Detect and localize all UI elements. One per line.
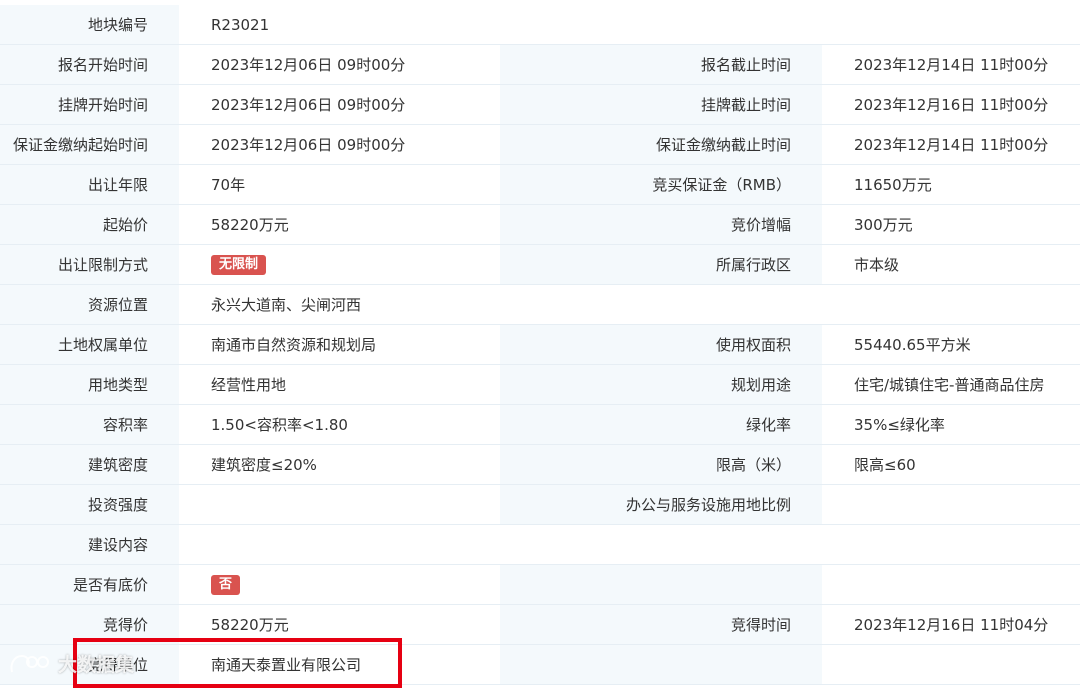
row-owner-area: 土地权属单位 南通市自然资源和规划局 使用权面积 55440.65平方米 [0, 324, 1080, 365]
watermark: 大数据集 [8, 650, 134, 677]
value-plot-number: R23021 [179, 5, 1080, 45]
value-planned-use: 住宅/城镇住宅-普通商品住房 [822, 364, 1080, 405]
label-height-limit: 限高（米） [500, 444, 822, 485]
value-listing-end: 2023年12月16日 11时00分 [822, 84, 1080, 125]
label-land-type: 用地类型 [0, 364, 179, 405]
label-reserve-price: 是否有底价 [0, 564, 179, 605]
value-green-ratio: 35%≤绿化率 [822, 404, 1080, 445]
row-plot-ratio-green: 容积率 1.50<容积率<1.80 绿化率 35%≤绿化率 [0, 404, 1080, 445]
label-district: 所属行政区 [500, 244, 822, 285]
value-empty-2 [822, 644, 1080, 685]
value-winning-time: 2023年12月16日 11时04分 [822, 604, 1080, 645]
reserve-price-badge: 否 [211, 575, 241, 595]
restriction-badge: 无限制 [211, 255, 267, 275]
value-plot-ratio: 1.50<容积率<1.80 [179, 404, 500, 445]
value-construction-content [179, 524, 1080, 565]
label-construction-content: 建设内容 [0, 524, 179, 565]
label-deposit-start: 保证金缴纳起始时间 [0, 124, 179, 165]
row-term-deposit: 出让年限 70年 竞买保证金（RMB） 11650万元 [0, 164, 1080, 205]
value-district: 市本级 [822, 244, 1080, 285]
row-investment-office: 投资强度 办公与服务设施用地比例 [0, 484, 1080, 525]
label-restriction-type: 出让限制方式 [0, 244, 179, 285]
label-listing-end: 挂牌截止时间 [500, 84, 822, 125]
row-density-height: 建筑密度 建筑密度≤20% 限高（米） 限高≤60 [0, 444, 1080, 485]
row-location: 资源位置 永兴大道南、尖闸河西 [0, 284, 1080, 325]
value-investment-intensity [179, 484, 500, 525]
row-registration-time: 报名开始时间 2023年12月06日 09时00分 报名截止时间 2023年12… [0, 44, 1080, 85]
land-info-table: 地块编号 R23021 报名开始时间 2023年12月06日 09时00分 报名… [0, 5, 1080, 685]
value-bid-increment: 300万元 [822, 204, 1080, 245]
value-registration-end: 2023年12月14日 11时00分 [822, 44, 1080, 85]
label-registration-start: 报名开始时间 [0, 44, 179, 85]
row-reserve-price: 是否有底价 否 [0, 564, 1080, 605]
value-building-density: 建筑密度≤20% [179, 444, 500, 485]
row-plot-number: 地块编号 R23021 [0, 5, 1080, 45]
row-winning-price-time: 竞得价 58220万元 竞得时间 2023年12月16日 11时04分 [0, 604, 1080, 645]
value-location: 永兴大道南、尖闸河西 [179, 284, 1080, 325]
value-use-area: 55440.65平方米 [822, 324, 1080, 365]
label-winning-price: 竞得价 [0, 604, 179, 645]
label-registration-end: 报名截止时间 [500, 44, 822, 85]
label-bid-deposit: 竞买保证金（RMB） [500, 164, 822, 205]
label-office-ratio: 办公与服务设施用地比例 [500, 484, 822, 525]
label-empty [500, 564, 822, 605]
label-investment-intensity: 投资强度 [0, 484, 179, 525]
value-restriction-type: 无限制 [179, 244, 500, 285]
value-reserve-price: 否 [179, 564, 500, 605]
row-listing-time: 挂牌开始时间 2023年12月06日 09时00分 挂牌截止时间 2023年12… [0, 84, 1080, 125]
label-winning-time: 竞得时间 [500, 604, 822, 645]
value-winning-price: 58220万元 [179, 604, 500, 645]
row-construction: 建设内容 [0, 524, 1080, 565]
value-registration-start: 2023年12月06日 09时00分 [179, 44, 500, 85]
label-plot-number: 地块编号 [0, 5, 179, 45]
value-office-ratio [822, 484, 1080, 525]
label-bid-increment: 竞价增幅 [500, 204, 822, 245]
value-listing-start: 2023年12月06日 09时00分 [179, 84, 500, 125]
value-land-type: 经营性用地 [179, 364, 500, 405]
row-land-use: 用地类型 经营性用地 规划用途 住宅/城镇住宅-普通商品住房 [0, 364, 1080, 405]
row-price-increment: 起始价 58220万元 竞价增幅 300万元 [0, 204, 1080, 245]
value-start-price: 58220万元 [179, 204, 500, 245]
value-empty [822, 564, 1080, 605]
label-transfer-term: 出让年限 [0, 164, 179, 205]
label-building-density: 建筑密度 [0, 444, 179, 485]
row-winning-unit: 竞得单位 南通天泰置业有限公司 [0, 644, 1080, 685]
watermark-logo-icon [10, 654, 49, 672]
row-deposit-time: 保证金缴纳起始时间 2023年12月06日 09时00分 保证金缴纳截止时间 2… [0, 124, 1080, 165]
watermark-text: 大数据集 [58, 654, 135, 676]
label-planned-use: 规划用途 [500, 364, 822, 405]
label-empty-2 [500, 644, 822, 685]
label-land-owner: 土地权属单位 [0, 324, 179, 365]
label-deposit-end: 保证金缴纳截止时间 [500, 124, 822, 165]
label-green-ratio: 绿化率 [500, 404, 822, 445]
label-plot-ratio: 容积率 [0, 404, 179, 445]
value-winning-unit: 南通天泰置业有限公司 [179, 644, 500, 685]
value-bid-deposit: 11650万元 [822, 164, 1080, 205]
value-deposit-end: 2023年12月14日 11时00分 [822, 124, 1080, 165]
label-start-price: 起始价 [0, 204, 179, 245]
value-deposit-start: 2023年12月06日 09时00分 [179, 124, 500, 165]
label-listing-start: 挂牌开始时间 [0, 84, 179, 125]
label-use-area: 使用权面积 [500, 324, 822, 365]
label-location: 资源位置 [0, 284, 179, 325]
value-transfer-term: 70年 [179, 164, 500, 205]
row-restriction-district: 出让限制方式 无限制 所属行政区 市本级 [0, 244, 1080, 285]
value-land-owner: 南通市自然资源和规划局 [179, 324, 500, 365]
value-height-limit: 限高≤60 [822, 444, 1080, 485]
